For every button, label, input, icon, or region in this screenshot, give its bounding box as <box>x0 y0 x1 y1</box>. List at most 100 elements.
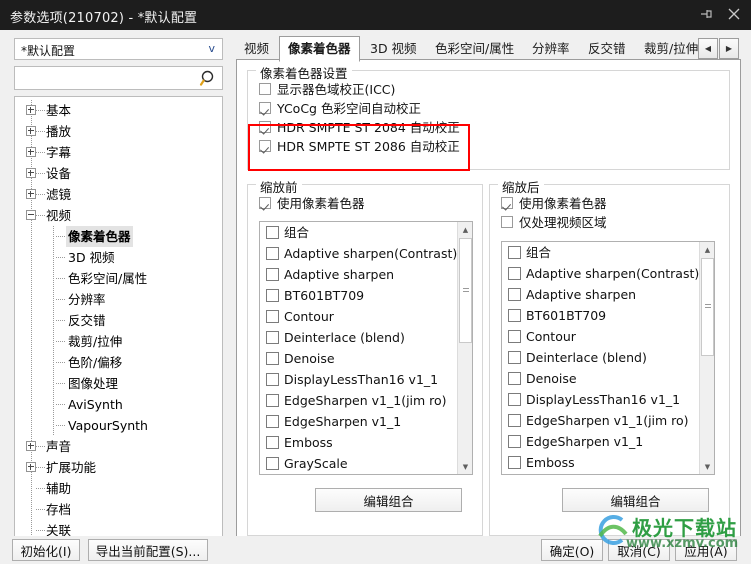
tree-item-15[interactable]: VapourSynth <box>15 415 222 436</box>
tab-0[interactable]: 视频 <box>236 38 277 60</box>
tree-expander-17[interactable] <box>26 462 36 472</box>
ok-button[interactable]: 确定(O) <box>541 539 603 561</box>
scroll-up-icon[interactable]: ▲ <box>700 242 714 257</box>
before-scale-list-item-1[interactable]: Adaptive sharpen(Contrast) <box>260 243 472 264</box>
tree-item-12[interactable]: 色阶/偏移 <box>15 352 222 373</box>
after-scale-list-item-4[interactable]: Contour <box>502 326 714 347</box>
before-scale-list-item-3[interactable]: BT601BT709 <box>260 285 472 306</box>
profile-combo[interactable]: *默认配置 v <box>14 38 223 60</box>
chevron-left-icon[interactable]: ◀ <box>698 38 718 59</box>
checkbox-box[interactable] <box>266 331 279 344</box>
tab-6[interactable]: 裁剪/拉伸 <box>636 38 706 60</box>
before-scale-list-item-8[interactable]: EdgeSharpen v1_1(jim ro) <box>260 390 472 411</box>
tree-item-7[interactable]: 3D 视频 <box>15 247 222 268</box>
tab-4[interactable]: 分辨率 <box>524 38 578 60</box>
checkbox-box[interactable] <box>508 246 521 259</box>
tree-item-9[interactable]: 分辨率 <box>15 289 222 310</box>
tree-expander-5[interactable] <box>26 210 36 220</box>
search-icon[interactable] <box>199 69 218 88</box>
scroll-up-icon[interactable]: ▲ <box>458 222 472 237</box>
initialize-button[interactable]: 初始化(I) <box>12 539 80 561</box>
tree-item-6[interactable]: 像素着色器 <box>15 226 222 247</box>
before-scale-list-item-0[interactable]: 组合 <box>260 222 472 243</box>
cancel-button[interactable]: 取消(C) <box>608 539 670 561</box>
tree-expander-16[interactable] <box>26 441 36 451</box>
tab-strip[interactable]: 视频 像素着色器 3D 视频 色彩空间/属性 分辨率 反交错 裁剪/拉伸 ◀ ▶ <box>236 36 741 62</box>
tree-item-13[interactable]: 图像处理 <box>15 373 222 394</box>
before-scale-list-item-12[interactable]: HorzFlip <box>260 474 472 475</box>
before-scale-list[interactable]: 组合 Adaptive sharpen(Contrast) Adaptive sha… <box>259 221 473 475</box>
tree-item-17[interactable]: 扩展功能 <box>15 457 222 478</box>
before-scale-list-item-2[interactable]: Adaptive sharpen <box>260 264 472 285</box>
scroll-thumb[interactable] <box>459 238 472 343</box>
checkbox-box[interactable] <box>259 197 271 209</box>
checkbox-box[interactable] <box>508 351 521 364</box>
tab-scroll-buttons[interactable]: ◀ ▶ <box>698 38 739 59</box>
checkbox-box[interactable] <box>259 140 271 152</box>
before-scale-list-item-4[interactable]: Contour <box>260 306 472 327</box>
export-config-button[interactable]: 导出当前配置(S)... <box>88 539 208 561</box>
checkbox-box[interactable] <box>508 435 521 448</box>
apply-button[interactable]: 应用(A) <box>675 539 737 561</box>
checkbox-box[interactable] <box>266 373 279 386</box>
before-scale-list-item-11[interactable]: GrayScale <box>260 453 472 474</box>
tree-expander-0[interactable] <box>26 105 36 115</box>
tab-3[interactable]: 色彩空间/属性 <box>427 38 522 60</box>
tree-item-14[interactable]: AviSynth <box>15 394 222 415</box>
after-scale-list-item-6[interactable]: Denoise <box>502 368 714 389</box>
checkbox-box[interactable] <box>508 372 521 385</box>
checkbox-box[interactable] <box>508 456 521 469</box>
pin-icon[interactable] <box>697 5 715 23</box>
after-scale-list-item-11[interactable]: GrayScale <box>502 473 714 474</box>
before-scale-list-item-5[interactable]: Deinterlace (blend) <box>260 327 472 348</box>
after-scale-list-item-10[interactable]: Emboss <box>502 452 714 473</box>
checkbox-box[interactable] <box>266 247 279 260</box>
checkbox-box[interactable] <box>266 394 279 407</box>
tab-5[interactable]: 反交错 <box>580 38 634 60</box>
before-scale-list-item-6[interactable]: Denoise <box>260 348 472 369</box>
checkbox-box[interactable] <box>508 393 521 406</box>
after-scale-list[interactable]: 组合 Adaptive sharpen(Contrast) Adaptive sha… <box>501 241 715 475</box>
tree-item-16[interactable]: 声音 <box>15 436 222 457</box>
tree-expander-2[interactable] <box>26 147 36 157</box>
scroll-down-icon[interactable]: ▼ <box>700 459 714 474</box>
search-box[interactable] <box>14 66 223 90</box>
checkbox-box[interactable] <box>266 310 279 323</box>
tree-item-0[interactable]: 基本 <box>15 100 222 121</box>
tree-item-19[interactable]: 存档 <box>15 499 222 520</box>
checkbox-box[interactable] <box>259 102 271 114</box>
after-scale-scrollbar[interactable]: ▲ ▼ <box>699 242 714 474</box>
checkbox-box[interactable] <box>501 197 513 209</box>
after-scale-list-item-7[interactable]: DisplayLessThan16 v1_1 <box>502 389 714 410</box>
tree-item-5[interactable]: 视频 <box>15 205 222 226</box>
checkbox-box[interactable] <box>266 226 279 239</box>
checkbox-box[interactable] <box>266 352 279 365</box>
scroll-thumb[interactable] <box>701 258 714 356</box>
before-scale-scrollbar[interactable]: ▲ ▼ <box>457 222 472 474</box>
tab-2[interactable]: 3D 视频 <box>362 38 425 60</box>
tree-expander-3[interactable] <box>26 168 36 178</box>
after-scale-list-item-2[interactable]: Adaptive sharpen <box>502 284 714 305</box>
checkbox-box[interactable] <box>508 267 521 280</box>
after-scale-list-item-1[interactable]: Adaptive sharpen(Contrast) <box>502 263 714 284</box>
checkbox-box[interactable] <box>508 309 521 322</box>
after-scale-list-item-0[interactable]: 组合 <box>502 242 714 263</box>
checkbox-box[interactable] <box>266 289 279 302</box>
tree-item-8[interactable]: 色彩空间/属性 <box>15 268 222 289</box>
after-scale-list-item-5[interactable]: Deinterlace (blend) <box>502 347 714 368</box>
before-edit-combo-button[interactable]: 编辑组合 <box>315 488 462 512</box>
tree-item-18[interactable]: 辅助 <box>15 478 222 499</box>
checkbox-box[interactable] <box>508 414 521 427</box>
after-edit-combo-button[interactable]: 编辑组合 <box>562 488 709 512</box>
tree-expander-1[interactable] <box>26 126 36 136</box>
tree-item-4[interactable]: 滤镜 <box>15 184 222 205</box>
checkbox-box[interactable] <box>266 436 279 449</box>
tree-item-2[interactable]: 字幕 <box>15 142 222 163</box>
tree-item-3[interactable]: 设备 <box>15 163 222 184</box>
checkbox-box[interactable] <box>266 268 279 281</box>
chevron-right-icon[interactable]: ▶ <box>719 38 739 59</box>
close-icon[interactable] <box>725 5 743 23</box>
tree-expander-4[interactable] <box>26 189 36 199</box>
checkbox-box[interactable] <box>501 216 513 228</box>
after-scale-list-item-8[interactable]: EdgeSharpen v1_1(jim ro) <box>502 410 714 431</box>
